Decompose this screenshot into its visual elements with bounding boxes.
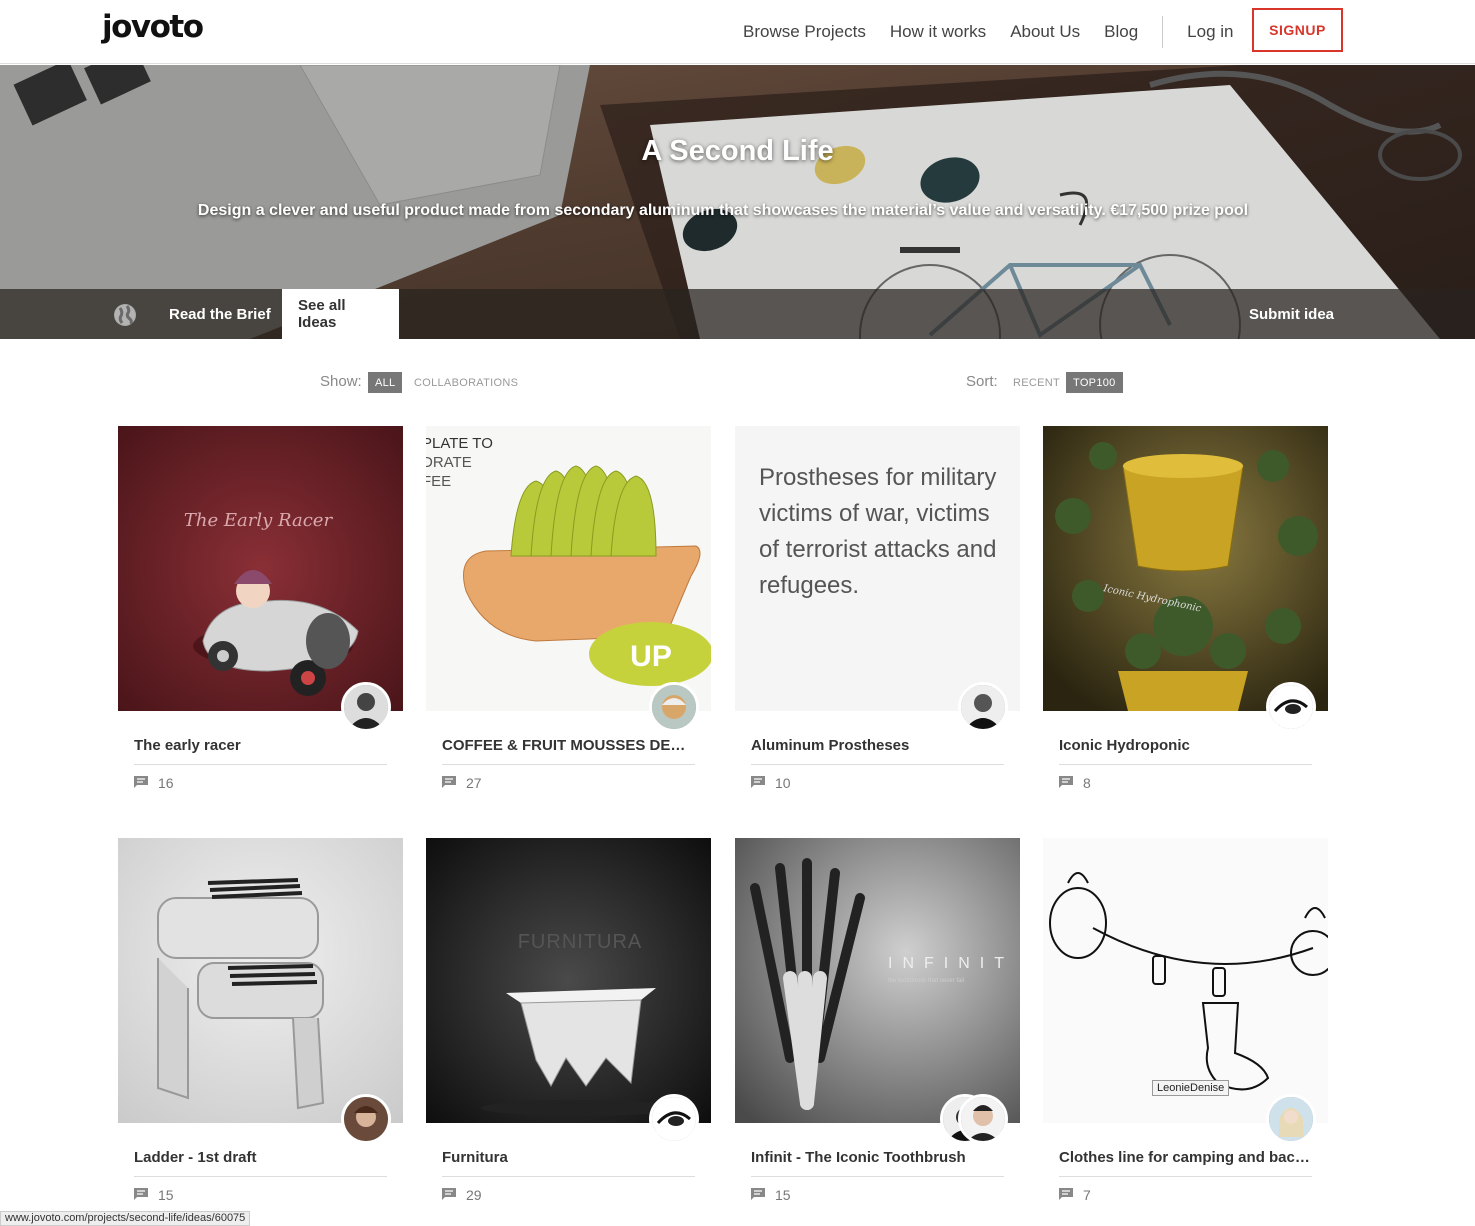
project-tabs-bar: Read the Brief See all Ideas Submit idea (0, 289, 1475, 339)
card-divider (751, 1176, 1004, 1177)
comment-icon (442, 776, 456, 788)
idea-title[interactable]: Clothes line for camping and backpacking (1059, 1149, 1313, 1166)
thumb-caption: FURNITURA (518, 931, 643, 953)
thumb-caption: The Early Racer (184, 510, 334, 531)
idea-thumbnail[interactable]: PLATE TO DRATE FEE UP (426, 426, 711, 711)
idea-thumbnail[interactable]: Iconic Hydrophonic (1043, 426, 1328, 711)
comment-icon (134, 1188, 148, 1200)
thumb-caption: INFINIT (888, 955, 1014, 972)
browser-status-url: www.jovoto.com/projects/second-life/idea… (0, 1211, 251, 1226)
author-avatar[interactable] (1266, 682, 1316, 732)
comment-count: 15 (158, 1187, 174, 1203)
collaborator-avatar[interactable] (958, 1094, 1008, 1144)
nav-how-it-works[interactable]: How it works (890, 22, 986, 42)
comment-icon (751, 776, 765, 788)
idea-title[interactable]: The early racer (134, 737, 388, 754)
idea-summary-text: Prostheses for military victims of war, … (759, 464, 997, 599)
thumb-caption: PLATE TO (426, 435, 493, 452)
submit-idea-link[interactable]: Submit idea (1249, 289, 1334, 339)
thumb-caption: the toothbrush that never fail (888, 978, 964, 984)
idea-title[interactable]: Ladder - 1st draft (134, 1149, 388, 1166)
sort-top100[interactable]: TOP100 (1066, 372, 1123, 393)
signup-button[interactable]: SIGNUP (1252, 8, 1343, 52)
author-avatar[interactable] (649, 682, 699, 732)
comment-count: 15 (775, 1187, 791, 1203)
author-avatar[interactable] (341, 1094, 391, 1144)
project-hero: A Second Life Design a clever and useful… (0, 65, 1475, 339)
comment-icon (134, 776, 148, 788)
author-avatar[interactable] (1266, 1094, 1316, 1144)
sort-label: Sort: (966, 373, 998, 390)
comment-icon (442, 1188, 456, 1200)
thumb-caption: UP (630, 640, 672, 673)
jovoto-logo[interactable]: jovoto (102, 9, 204, 45)
nav-divider (1162, 16, 1164, 48)
card-divider (134, 764, 387, 765)
comment-count: 29 (466, 1187, 482, 1203)
comment-icon (1059, 776, 1073, 788)
card-divider (134, 1176, 387, 1177)
comment-count: 8 (1083, 775, 1091, 791)
idea-title[interactable]: COFFEE & FRUIT MOUSSES DECORATOR (442, 737, 696, 754)
comment-count: 10 (775, 775, 791, 791)
login-link[interactable]: Log in (1187, 22, 1233, 42)
filter-collaborations[interactable]: COLLABORATIONS (407, 372, 525, 393)
project-title: A Second Life (641, 135, 834, 167)
top-navbar: jovoto Browse Projects How it works Abou… (0, 0, 1475, 64)
globe-icon[interactable] (114, 304, 136, 326)
comment-count: 16 (158, 775, 174, 791)
comment-icon (751, 1188, 765, 1200)
sort-recent[interactable]: RECENT (1006, 372, 1067, 393)
idea-title[interactable]: Infinit - The Iconic Toothbrush (751, 1149, 1005, 1166)
nav-blog[interactable]: Blog (1104, 22, 1138, 42)
comment-count: 7 (1083, 1187, 1091, 1203)
thumb-caption: DRATE (426, 454, 472, 471)
nav-about-us[interactable]: About Us (1010, 22, 1080, 42)
idea-thumbnail[interactable]: The Early Racer (118, 426, 403, 711)
idea-thumbnail[interactable] (118, 838, 403, 1123)
filter-all[interactable]: ALL (368, 372, 403, 393)
main-nav: Browse Projects How it works About Us Bl… (743, 0, 1257, 64)
card-divider (442, 764, 695, 765)
thumb-caption: FEE (426, 473, 451, 490)
idea-thumbnail[interactable]: INFINIT the toothbrush that never fail (735, 838, 1020, 1123)
nav-browse-projects[interactable]: Browse Projects (743, 22, 866, 42)
idea-title[interactable]: Aluminum Prostheses (751, 737, 1005, 754)
tab-read-the-brief[interactable]: Read the Brief (169, 289, 271, 339)
comment-count: 27 (466, 775, 482, 791)
idea-title[interactable]: Iconic Hydroponic (1059, 737, 1313, 754)
comment-icon (1059, 1188, 1073, 1200)
card-divider (1059, 1176, 1312, 1177)
card-divider (442, 1176, 695, 1177)
author-avatar[interactable] (341, 682, 391, 732)
author-avatar[interactable] (958, 682, 1008, 732)
idea-thumbnail[interactable]: Prostheses for military victims of war, … (735, 426, 1020, 711)
idea-title[interactable]: Furnitura (442, 1149, 696, 1166)
idea-thumbnail[interactable]: FURNITURA (426, 838, 711, 1123)
project-subtitle: Design a clever and useful product made … (197, 202, 1249, 219)
card-divider (751, 764, 1004, 765)
author-tooltip: LeonieDenise (1152, 1080, 1230, 1096)
author-avatar[interactable] (649, 1094, 699, 1144)
tab-see-all-ideas[interactable]: See all Ideas (282, 289, 399, 339)
show-label: Show: (320, 373, 362, 390)
card-divider (1059, 764, 1312, 765)
